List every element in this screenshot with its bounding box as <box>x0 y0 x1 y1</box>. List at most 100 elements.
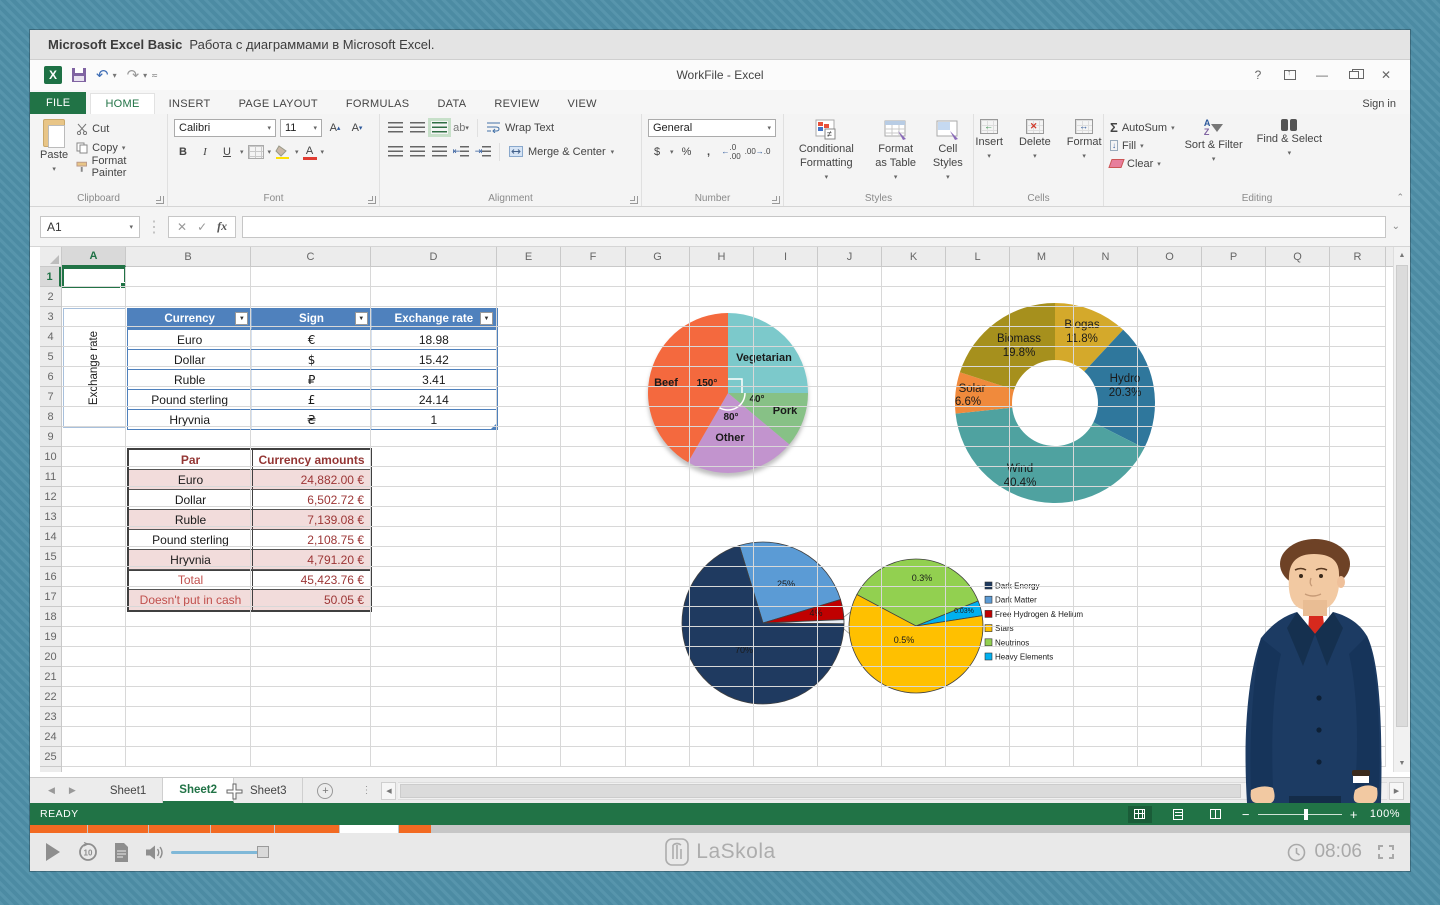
accounting-format-button[interactable]: $ <box>648 143 666 161</box>
scroll-up-icon[interactable]: ▲ <box>1394 247 1410 263</box>
wrap-text-button[interactable]: Wrap Text <box>485 117 556 138</box>
row-header-10[interactable]: 10 <box>40 447 61 467</box>
ribbon-tab-insert[interactable]: INSERT <box>155 94 225 114</box>
percent-style-button[interactable]: % <box>678 143 696 161</box>
collapse-ribbon-icon[interactable]: ⌃ <box>1396 192 1404 203</box>
page-break-view-button[interactable] <box>1204 806 1228 823</box>
column-header-E[interactable]: E <box>497 247 561 267</box>
pie-chart-angles[interactable]: Vegetarian40°Pork80°OtherBeef150° <box>628 293 833 498</box>
ribbon-display-options-button[interactable] <box>1276 65 1304 85</box>
comma-style-button[interactable]: , <box>700 143 718 161</box>
ribbon-tab-file[interactable]: FILE <box>30 92 86 114</box>
format-painter-button[interactable]: Format Painter <box>74 159 163 175</box>
sheet-tab-sheet2[interactable]: Sheet2 <box>163 778 234 803</box>
row-header-9[interactable]: 9 <box>40 427 61 447</box>
column-header-J[interactable]: J <box>818 247 882 267</box>
row-header-21[interactable]: 21 <box>40 667 61 687</box>
zoom-slider-thumb[interactable] <box>1304 809 1308 820</box>
row-header-25[interactable]: 25 <box>40 747 61 767</box>
format-as-table-button[interactable]: Format as Table▾ <box>867 117 925 190</box>
align-right-button[interactable] <box>430 143 448 161</box>
zoom-percent[interactable]: 100% <box>1366 808 1400 820</box>
row-header-6[interactable]: 6 <box>40 367 61 387</box>
sheet-nav-right-icon[interactable]: ▶ <box>69 785 76 796</box>
column-header-C[interactable]: C <box>251 247 371 267</box>
zoom-out-button[interactable]: − <box>1242 807 1250 822</box>
ribbon-tab-data[interactable]: DATA <box>423 94 480 114</box>
column-header-R[interactable]: R <box>1330 247 1386 267</box>
new-sheet-button[interactable]: + <box>317 783 333 799</box>
increase-indent-button[interactable]: ⇥ <box>474 143 492 161</box>
decrease-indent-button[interactable]: ⇤ <box>452 143 470 161</box>
filter-dropdown-icon[interactable]: ▼ <box>355 312 368 325</box>
save-icon[interactable] <box>72 68 86 82</box>
redo-icon[interactable]: ↷ <box>127 66 140 84</box>
number-dialog-launcher[interactable] <box>772 196 780 204</box>
merge-center-button[interactable]: Merge & Center▾ <box>507 141 616 162</box>
row-header-2[interactable]: 2 <box>40 287 61 307</box>
cancel-entry-icon[interactable]: ✕ <box>177 220 187 234</box>
column-header-O[interactable]: O <box>1138 247 1202 267</box>
sign-in-link[interactable]: Sign in <box>1362 98 1396 110</box>
customize-qat-icon[interactable]: ≂ <box>151 71 158 80</box>
row-header-13[interactable]: 13 <box>40 507 61 527</box>
column-header-P[interactable]: P <box>1202 247 1266 267</box>
row-header-15[interactable]: 15 <box>40 547 61 567</box>
delete-cells-button[interactable]: ✕Delete▾ <box>1013 117 1057 190</box>
ribbon-tab-home[interactable]: HOME <box>90 93 154 114</box>
fill-button[interactable]: ↓Fill▾ <box>1108 138 1177 153</box>
clipboard-dialog-launcher[interactable] <box>156 196 164 204</box>
confirm-entry-icon[interactable]: ✓ <box>197 220 207 234</box>
redo-dropdown-icon[interactable]: ▾ <box>143 71 147 80</box>
column-header-Q[interactable]: Q <box>1266 247 1330 267</box>
font-size-select[interactable]: 11▾ <box>280 119 322 137</box>
row-header-12[interactable]: 12 <box>40 487 61 507</box>
undo-dropdown-icon[interactable]: ▾ <box>113 71 117 80</box>
row-header-18[interactable]: 18 <box>40 607 61 627</box>
excel-logo-icon[interactable]: X <box>44 66 62 84</box>
row-header-24[interactable]: 24 <box>40 727 61 747</box>
row-header-8[interactable]: 8 <box>40 407 61 427</box>
sheet-cells[interactable]: Exchange rate Currency▼Sign▼Exchange rat… <box>62 267 1393 772</box>
format-cells-button[interactable]: ↔Format▾ <box>1061 117 1108 190</box>
formula-input[interactable] <box>242 216 1385 238</box>
column-header-D[interactable]: D <box>371 247 497 267</box>
zoom-slider[interactable] <box>1258 814 1342 815</box>
alignment-dialog-launcher[interactable] <box>630 196 638 204</box>
column-header-L[interactable]: L <box>946 247 1010 267</box>
column-header-K[interactable]: K <box>882 247 946 267</box>
row-header-5[interactable]: 5 <box>40 347 61 367</box>
minimize-button[interactable]: — <box>1308 65 1336 85</box>
insert-cells-button[interactable]: ←Insert▾ <box>969 117 1009 190</box>
fill-color-icon[interactable] <box>275 145 291 159</box>
row-header-7[interactable]: 7 <box>40 387 61 407</box>
insert-function-icon[interactable]: fx <box>217 219 227 234</box>
paste-button[interactable]: Paste▾ <box>34 117 74 190</box>
find-select-button[interactable]: Find & Select▾ <box>1251 117 1328 190</box>
close-button[interactable]: ✕ <box>1372 65 1400 85</box>
row-header-14[interactable]: 14 <box>40 527 61 547</box>
filter-dropdown-icon[interactable]: ▼ <box>480 312 493 325</box>
ribbon-tab-page-layout[interactable]: PAGE LAYOUT <box>225 94 332 114</box>
restore-button[interactable] <box>1340 65 1368 85</box>
autosum-button[interactable]: ΣAutoSum▾ <box>1108 120 1177 135</box>
table-cell[interactable]: Doesn't put in cash <box>129 590 253 610</box>
ribbon-tab-formulas[interactable]: FORMULAS <box>332 94 424 114</box>
top-align-button[interactable] <box>386 119 404 137</box>
horizontal-scroll-thumb[interactable] <box>400 784 1240 798</box>
font-dialog-launcher[interactable] <box>368 196 376 204</box>
vertical-scrollbar[interactable]: ▲ ▼ <box>1393 247 1410 772</box>
bottom-align-button[interactable] <box>430 119 448 137</box>
column-header-B[interactable]: B <box>126 247 251 267</box>
scroll-down-icon[interactable]: ▼ <box>1394 755 1410 771</box>
cut-button[interactable]: Cut <box>74 121 163 137</box>
zoom-in-button[interactable]: + <box>1350 807 1358 822</box>
help-button[interactable]: ? <box>1244 65 1272 85</box>
column-header-N[interactable]: N <box>1074 247 1138 267</box>
clear-button[interactable]: Clear▾ <box>1108 156 1177 171</box>
normal-view-button[interactable] <box>1128 806 1152 823</box>
donut-chart-energy[interactable]: Biogas11.8%Hydro20.3%Wind40.4%Solar6.6%B… <box>935 290 1175 515</box>
vertical-scroll-thumb[interactable] <box>1396 265 1408 727</box>
row-header-3[interactable]: 3 <box>40 307 61 327</box>
column-header-A[interactable]: A <box>62 247 126 267</box>
